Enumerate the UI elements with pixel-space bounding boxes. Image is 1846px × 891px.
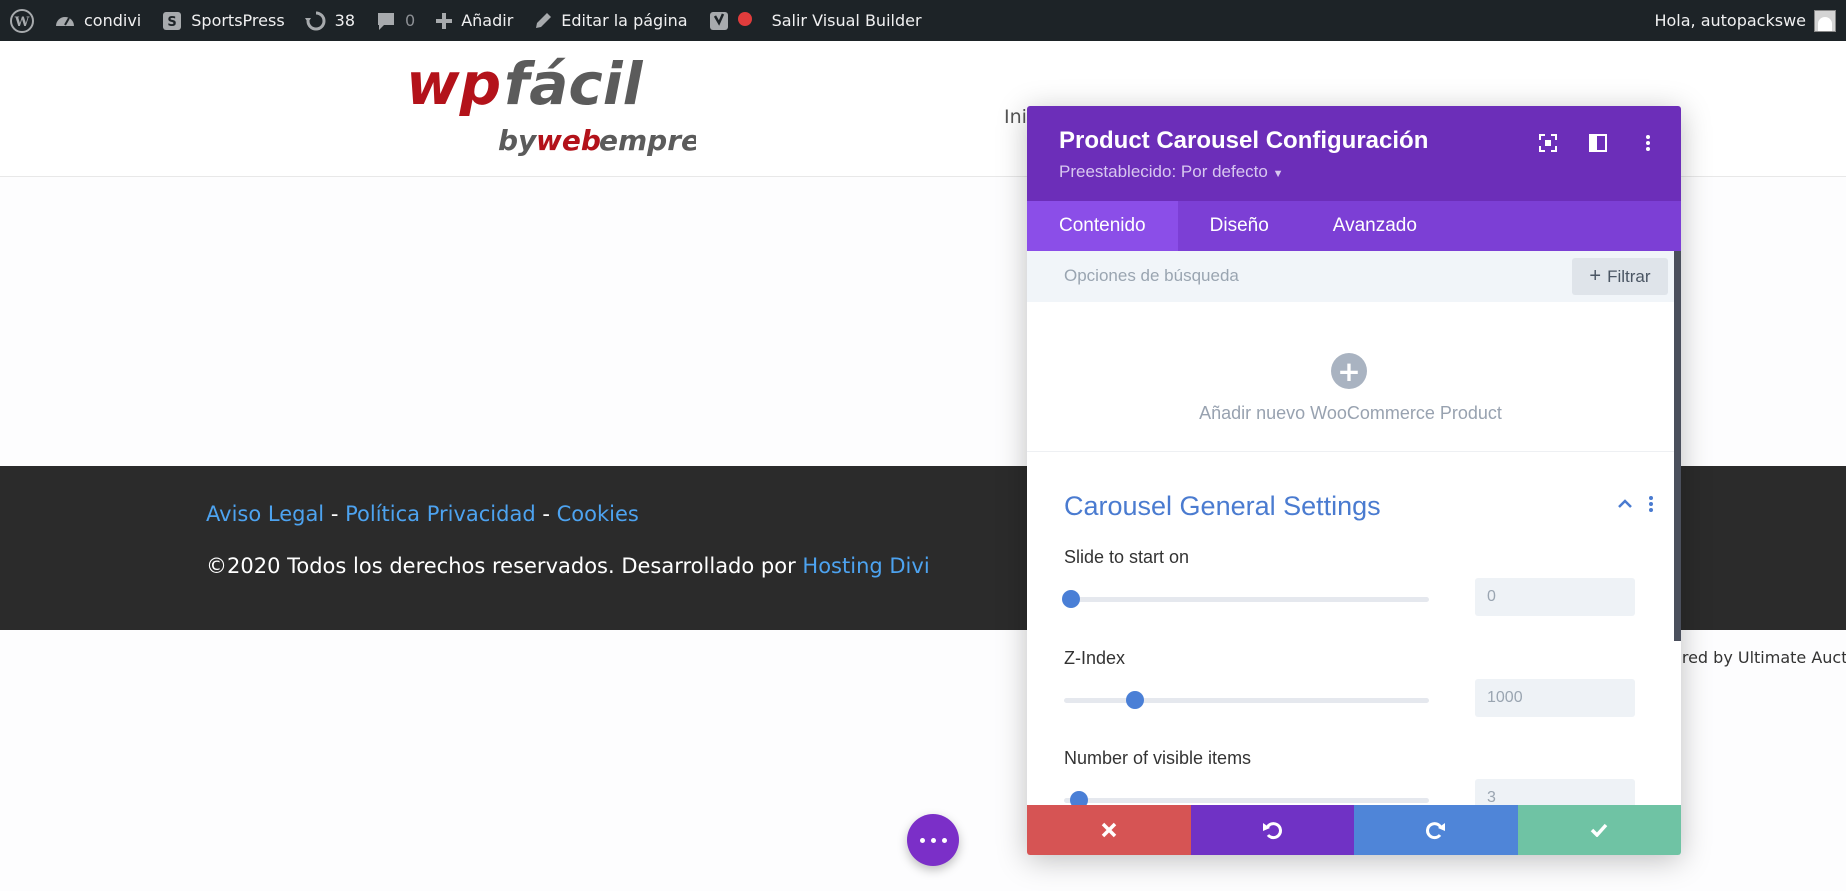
svg-text:W: W: [14, 15, 30, 30]
redo-button[interactable]: [1354, 805, 1518, 855]
field-label-visible-items: Number of visible items: [1064, 748, 1252, 768]
yoast-icon: [709, 11, 728, 30]
dashboard-icon: [56, 16, 74, 26]
wordpress-logo-icon[interactable]: W: [0, 0, 44, 41]
comments-menu[interactable]: 0: [365, 0, 425, 41]
svg-text:S: S: [168, 15, 177, 30]
account-menu[interactable]: Hola, autopackswe: [1644, 0, 1846, 41]
logo-wp: wp: [406, 50, 501, 118]
status-dot-icon: [737, 11, 752, 30]
undo-icon: [1263, 822, 1283, 840]
site-name-menu[interactable]: condivi: [44, 0, 151, 41]
logo-facil: fácil: [504, 50, 644, 118]
preset-label: Preestablecido: Por defecto: [1059, 162, 1268, 181]
modal-header[interactable]: Product Carousel Configuración Preestabl…: [1027, 106, 1681, 201]
footer-links: Aviso Legal - Política Privacidad - Cook…: [206, 502, 639, 526]
comment-icon: [378, 12, 395, 30]
tab-diseno[interactable]: Diseño: [1178, 201, 1301, 251]
nav-item-inicio[interactable]: Ini: [1004, 106, 1027, 128]
copyright-text: ©2020 Todos los derechos reservados. Des…: [206, 554, 930, 578]
save-button[interactable]: [1517, 805, 1681, 855]
chevron-up-icon[interactable]: [1616, 495, 1634, 513]
avatar: [1814, 9, 1836, 32]
undo-button[interactable]: [1190, 805, 1354, 855]
sportspress-label: SportsPress: [191, 11, 285, 30]
cookies-link[interactable]: Cookies: [557, 502, 639, 526]
filter-button[interactable]: + Filtrar: [1572, 258, 1668, 295]
input-visible-items[interactable]: 3: [1475, 779, 1635, 805]
dot-icon: [930, 837, 936, 843]
comments-count: 0: [405, 11, 416, 30]
input-slide-start[interactable]: 0: [1475, 578, 1635, 616]
section-title[interactable]: Carousel General Settings: [1064, 491, 1381, 522]
slider-thumb[interactable]: [1062, 590, 1080, 608]
add-item-zone[interactable]: + Añadir nuevo WooCommerce Product: [1027, 302, 1674, 452]
separator: -: [330, 502, 339, 526]
more-options-icon[interactable]: [1635, 130, 1661, 156]
modal-title: Product Carousel Configuración: [1059, 127, 1429, 154]
yoast-menu[interactable]: [698, 0, 762, 41]
field-label-z-index: Z-Index: [1064, 648, 1126, 668]
cancel-button[interactable]: [1027, 805, 1191, 855]
options-search: Opciones de búsqueda + Filtrar: [1027, 251, 1674, 302]
slider-thumb[interactable]: [1070, 791, 1088, 805]
tab-avanzado[interactable]: Avanzado: [1301, 201, 1449, 251]
site-logo[interactable]: wp fácil by web empresa: [406, 46, 696, 156]
logo-by: by: [498, 124, 538, 156]
hosting-link[interactable]: Hosting Divi: [802, 554, 929, 578]
module-settings-modal: Product Carousel Configuración Preestabl…: [1027, 106, 1681, 855]
powered-by-text: ered by Ultimate Auction: [1672, 648, 1846, 667]
slider-visible-items[interactable]: [1064, 791, 1429, 805]
pencil-icon: [536, 12, 552, 28]
section-more-icon[interactable]: [1648, 495, 1654, 513]
separator: -: [542, 502, 550, 526]
preset-selector[interactable]: Preestablecido: Por defecto ▼: [1059, 162, 1283, 182]
slider-slide-start[interactable]: [1062, 590, 1429, 608]
greeting-label: Hola, autopackswe: [1654, 11, 1806, 30]
copyright-label: ©2020 Todos los derechos reservados. Des…: [206, 554, 796, 578]
search-input[interactable]: Opciones de búsqueda: [1064, 266, 1239, 286]
modal-footer: [1027, 805, 1681, 855]
redo-icon: [1425, 822, 1445, 840]
tab-contenido[interactable]: Contenido: [1027, 201, 1178, 251]
logo-web: web: [536, 124, 601, 156]
filter-label: Filtrar: [1607, 266, 1651, 286]
add-circle-icon[interactable]: +: [1331, 353, 1367, 389]
plus-icon: +: [1589, 265, 1602, 287]
updates-icon: [304, 11, 326, 30]
legal-link[interactable]: Aviso Legal: [206, 502, 324, 526]
dot-icon: [919, 837, 925, 843]
builder-menu-button[interactable]: [907, 814, 959, 866]
updates-count: 38: [334, 11, 356, 30]
dot-icon: [941, 837, 947, 843]
add-new-menu[interactable]: Añadir: [425, 0, 523, 41]
exit-visual-builder-link[interactable]: Salir Visual Builder: [762, 0, 932, 41]
split-view-icon[interactable]: [1585, 130, 1611, 156]
scrollbar[interactable]: [1674, 251, 1681, 641]
slider-z-index[interactable]: [1064, 691, 1429, 709]
privacy-link[interactable]: Política Privacidad: [345, 502, 536, 526]
caret-down-icon: ▼: [1272, 168, 1284, 180]
close-icon: [1101, 822, 1116, 838]
add-new-label: Añadir: [461, 11, 514, 30]
checkmark-icon: [1591, 823, 1608, 837]
slider-thumb[interactable]: [1126, 691, 1144, 709]
site-name-label: condivi: [84, 11, 142, 30]
fullscreen-icon[interactable]: [1535, 130, 1561, 156]
sportspress-icon: S: [163, 11, 182, 30]
plus-icon: [436, 12, 453, 29]
logo-empresa: empresa: [599, 124, 696, 156]
add-item-label: Añadir nuevo WooCommerce Product: [1199, 403, 1502, 423]
updates-menu[interactable]: 38: [295, 0, 365, 41]
edit-page-link[interactable]: Editar la página: [523, 0, 697, 41]
modal-tabs: Contenido Diseño Avanzado: [1027, 201, 1681, 251]
admin-bar: W condivi S SportsPress 38 0 Añadir Edit…: [0, 0, 1846, 41]
exit-builder-label: Salir Visual Builder: [771, 11, 922, 30]
edit-page-label: Editar la página: [561, 11, 688, 30]
input-z-index[interactable]: 1000: [1475, 679, 1635, 717]
field-label-slide-start: Slide to start on: [1064, 547, 1190, 567]
sportspress-menu[interactable]: S SportsPress: [151, 0, 294, 41]
modal-body: Opciones de búsqueda + Filtrar + Añadir …: [1027, 251, 1681, 805]
